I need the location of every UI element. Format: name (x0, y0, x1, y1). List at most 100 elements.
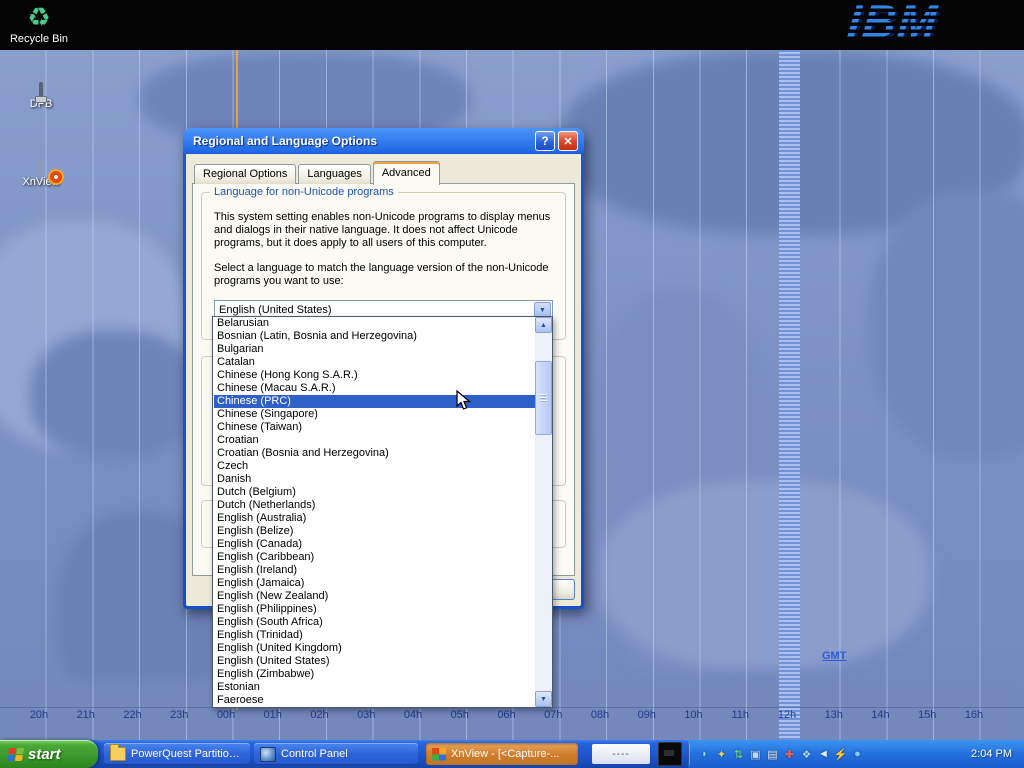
list-item[interactable]: English (Trinidad) (214, 629, 535, 642)
xnview-icon (40, 161, 42, 175)
timezone-label: 01h (258, 709, 288, 721)
tray-grid-icon[interactable]: ▤ (764, 748, 781, 761)
help-button[interactable]: ? (535, 131, 555, 151)
taskbar-button-control-panel[interactable]: Control Panel (254, 743, 418, 765)
start-button[interactable]: start (0, 740, 98, 768)
list-item[interactable]: Chinese (Singapore) (214, 408, 535, 421)
list-item[interactable]: Chinese (Macau S.A.R.) (214, 382, 535, 395)
laptop-icon (39, 82, 43, 98)
list-item[interactable]: English (New Zealand) (214, 590, 535, 603)
timezone-label: 20h (24, 709, 54, 721)
list-item[interactable]: English (Zimbabwe) (214, 668, 535, 681)
timezone-label: 15h (912, 709, 942, 721)
tray-power-icon[interactable]: ⚡ (832, 748, 849, 761)
taskbar-black-icon[interactable] (658, 742, 682, 766)
icon-label: Recycle Bin (4, 33, 74, 45)
tray-network-icon[interactable]: ◗ (696, 748, 713, 760)
listbox-scrollbar[interactable]: ▲ ▼ (535, 317, 552, 707)
dpb-desktop-icon[interactable]: DPB (6, 84, 76, 110)
timezone-label: 02h (305, 709, 335, 721)
recycle-bin-desktop-icon[interactable]: ♻ Recycle Bin (4, 3, 74, 45)
combobox-value: English (United States) (215, 304, 534, 316)
timezone-label: 22h (118, 709, 148, 721)
list-item[interactable]: Chinese (Taiwan) (214, 421, 535, 434)
dialog-title: Regional and Language Options (193, 134, 532, 148)
control-panel-icon (260, 747, 276, 762)
list-item[interactable]: English (Australia) (214, 512, 535, 525)
list-item[interactable]: English (Philippines) (214, 603, 535, 616)
group-paragraph: Select a language to match the language … (214, 262, 553, 288)
scroll-down-icon[interactable]: ▼ (535, 691, 552, 707)
list-item[interactable]: Chinese (Hong Kong S.A.R.) (214, 369, 535, 382)
list-item[interactable]: English (United States) (214, 655, 535, 668)
timezone-strip: 20h21h22h23h00h01h02h03h04h05h06h07h08h0… (0, 707, 1024, 722)
list-item[interactable]: Croatian (Bosnia and Herzegovina) (214, 447, 535, 460)
timezone-label: 05h (445, 709, 475, 721)
system-tray-icons: ◗✦⇅▣▤✚❖◄⚡● (696, 748, 866, 761)
desktop: 20h21h22h23h00h01h02h03h04h05h06h07h08h0… (0, 0, 1024, 768)
language-dropdown-list[interactable]: BelarusianBosnian (Latin, Bosnia and Her… (212, 316, 553, 708)
tray-alert-icon[interactable]: ✚ (781, 748, 798, 761)
list-item[interactable]: Belarusian (214, 317, 535, 330)
tab-regional-options[interactable]: Regional Options (194, 164, 296, 184)
taskbar: start PowerQuest Partition... Control Pa… (0, 740, 1024, 768)
list-item[interactable]: English (Canada) (214, 538, 535, 551)
start-label: start (28, 746, 61, 763)
taskbar-button-xnview[interactable]: XnView - [<Capture-... (426, 743, 578, 765)
timezone-label: 14h (866, 709, 896, 721)
timezone-label: 08h (585, 709, 615, 721)
tab-advanced[interactable]: Advanced (373, 161, 440, 185)
list-item[interactable]: Bulgarian (214, 343, 535, 356)
xnview-desktop-icon[interactable]: XnView (6, 162, 76, 188)
taskbar-button-powerquest[interactable]: PowerQuest Partition... (104, 743, 250, 765)
list-item[interactable]: English (South Africa) (214, 616, 535, 629)
list-item[interactable]: English (Caribbean) (214, 551, 535, 564)
recycle-icon: ♻ (4, 3, 74, 31)
list-item[interactable]: Chinese (PRC) (214, 395, 535, 408)
tray-app-icon[interactable]: ❖ (798, 748, 815, 761)
windows-flag-icon (7, 748, 24, 761)
list-item[interactable]: Catalan (214, 356, 535, 369)
timezone-label: 12h (772, 709, 802, 721)
list-item[interactable]: Estonian (214, 681, 535, 694)
list-item[interactable]: Dutch (Belgium) (214, 486, 535, 499)
timezone-label: 09h (632, 709, 662, 721)
task-button-label: PowerQuest Partition... (131, 748, 244, 760)
group-caption: Language for non-Unicode programs (210, 186, 398, 198)
top-banner: ♻ Recycle Bin IBM (0, 0, 1024, 50)
scrollbar-thumb[interactable] (535, 361, 552, 435)
timezone-label: 10h (679, 709, 709, 721)
list-item[interactable]: Faeroese (214, 694, 535, 707)
icon-label: XnView (6, 176, 76, 188)
system-tray: ◗✦⇅▣▤✚❖◄⚡● 2:04 PM (688, 740, 1024, 768)
tray-volume-icon[interactable]: ◄ (815, 748, 832, 760)
list-item[interactable]: Croatian (214, 434, 535, 447)
list-item[interactable]: Danish (214, 473, 535, 486)
taskbar-mini-button[interactable]: ---- (592, 744, 650, 764)
tray-clock-icon[interactable]: ● (849, 748, 866, 760)
group-paragraph: This system setting enables non-Unicode … (214, 211, 553, 250)
list-item[interactable]: English (Ireland) (214, 564, 535, 577)
tab-strip: Regional Options Languages Advanced (194, 161, 442, 185)
list-item[interactable]: English (United Kingdom) (214, 642, 535, 655)
timezone-label: 11h (725, 709, 755, 721)
tab-languages[interactable]: Languages (298, 164, 370, 184)
taskbar-clock[interactable]: 2:04 PM (971, 748, 1024, 760)
tray-sync-icon[interactable]: ⇅ (730, 748, 747, 761)
timezone-label: 13h (819, 709, 849, 721)
listbox-items: BelarusianBosnian (Latin, Bosnia and Her… (214, 317, 535, 707)
list-item[interactable]: Dutch (Netherlands) (214, 499, 535, 512)
tray-display-icon[interactable]: ▣ (747, 748, 764, 761)
dialog-titlebar[interactable]: Regional and Language Options ? ✕ (186, 128, 581, 154)
scroll-up-icon[interactable]: ▲ (535, 317, 552, 333)
ibm-logo: IBM (848, 0, 938, 48)
list-item[interactable]: English (Belize) (214, 525, 535, 538)
tray-security-icon[interactable]: ✦ (713, 748, 730, 761)
task-button-label: Control Panel (281, 748, 348, 760)
list-item[interactable]: English (Jamaica) (214, 577, 535, 590)
xnview-icon (432, 748, 446, 761)
folder-icon (110, 747, 126, 761)
close-button[interactable]: ✕ (558, 131, 578, 151)
list-item[interactable]: Czech (214, 460, 535, 473)
list-item[interactable]: Bosnian (Latin, Bosnia and Herzegovina) (214, 330, 535, 343)
